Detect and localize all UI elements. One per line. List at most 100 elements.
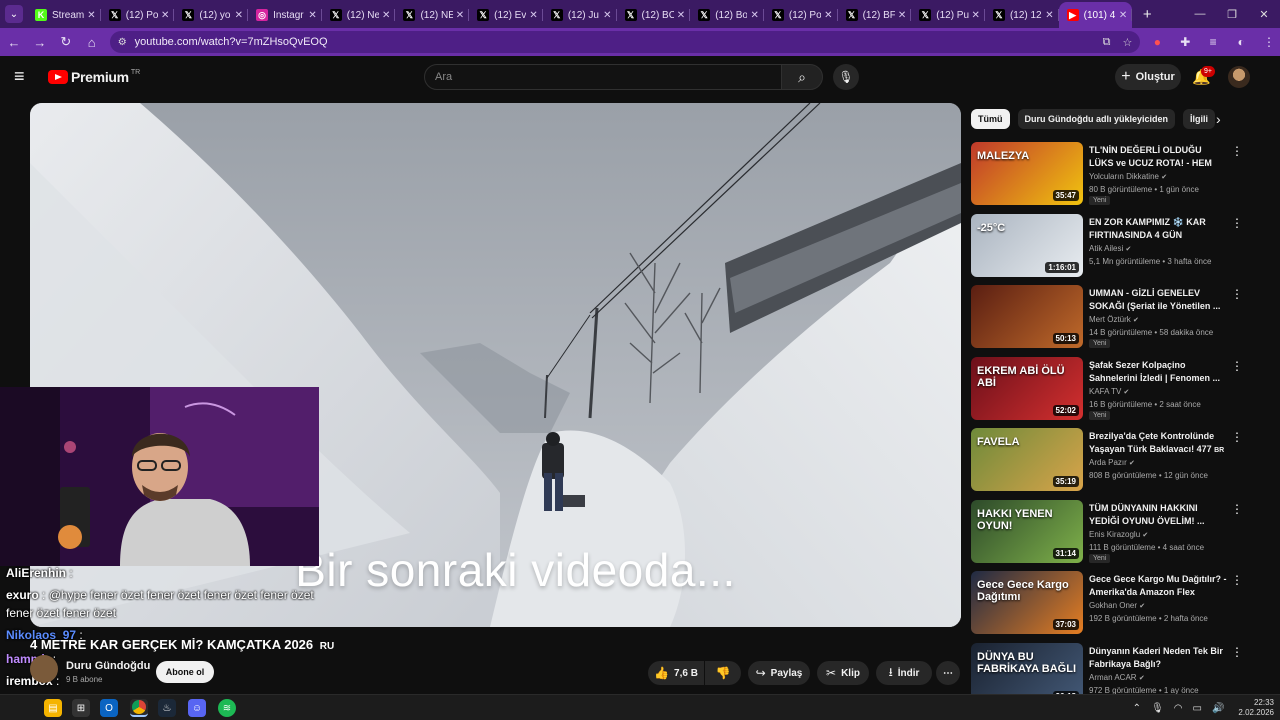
more-options-icon[interactable]: ⋮ [1231,216,1243,230]
browser-tab[interactable]: 𝕏 (12) NE ✕ [395,2,469,28]
video-title[interactable]: Gece Gece Kargo Mu Dağıtılır? - Amerika'… [1089,573,1227,599]
close-tab-icon[interactable]: ✕ [161,10,169,21]
video-thumbnail[interactable]: 50:13 [971,285,1083,348]
install-app-icon[interactable]: ⧉ [1103,36,1111,49]
close-tab-icon[interactable]: ✕ [235,10,243,21]
video-title[interactable]: TL'NİN DEĞERLİ OLDUĞU LÜKS ve UCUZ ROTA!… [1089,144,1227,170]
browser-tab[interactable]: 𝕏 (12) Ev ✕ [469,2,543,28]
microphone-tray-icon[interactable]: 🎙 [1151,703,1164,714]
bookmark-star-icon[interactable]: ☆ [1122,36,1132,49]
microsoft-store-icon[interactable]: ⊞ [72,699,90,717]
recommendation-item[interactable]: FAVELA 35:19 Brezilya'da Çete Kontrolünde … [971,428,1251,492]
close-tab-icon[interactable]: ✕ [308,10,316,21]
media-controls-icon[interactable]: ≡ [1202,31,1224,53]
channel-avatar[interactable] [30,655,58,683]
video-thumbnail[interactable]: HAKKI YENEN OYUN! 31:14 [971,499,1083,563]
filter-chip[interactable]: Duru Gündoğdu adlı yükleyiciden [1017,109,1176,129]
profile-avatar-icon[interactable]: ◐ [1230,31,1252,53]
close-tab-icon[interactable]: ✕ [382,10,390,21]
forward-icon[interactable]: → [28,30,52,54]
chrome-icon[interactable] [130,699,148,717]
chevron-right-icon[interactable]: › [1216,111,1221,127]
new-tab-button[interactable]: + [1135,2,1159,26]
file-explorer-icon[interactable]: ▤ [44,699,62,717]
clock[interactable]: 22:33 2.02.2026 [1238,698,1274,718]
subscribe-button[interactable]: Abone ol [156,661,214,683]
recommendation-item[interactable]: Gece Gece Kargo Dağıtımı 37:03 Gece Gece K… [971,571,1251,635]
back-icon[interactable]: ← [2,30,26,54]
close-tab-icon[interactable]: ✕ [677,10,685,21]
tray-overflow-icon[interactable]: ⌃ [1133,703,1141,714]
search-icon[interactable]: ⌕ [781,64,823,90]
recommendation-item[interactable]: MALEZYA 35:47 TL'NİN DEĞERLİ OLDUĞU LÜKS v… [971,142,1251,206]
more-options-icon[interactable]: ⋮ [1231,287,1243,301]
video-title[interactable]: Dünyanın Kaderi Neden Tek Bir Fabrikaya … [1089,645,1227,671]
reload-icon[interactable]: ↻ [54,30,78,54]
wifi-icon[interactable]: ◠ [1174,703,1183,714]
youtube-premium-logo[interactable]: Premium TR [48,68,140,86]
share-button[interactable]: ↪ Paylaş [748,661,810,685]
browser-tab[interactable]: 𝕏 (12) Po ✕ [101,2,175,28]
close-tab-icon[interactable]: ✕ [1045,10,1053,21]
video-thumbnail[interactable]: EKREM ABİ ÖLÜ ABİ 52:02 [971,356,1083,420]
address-bar[interactable]: ⚙ youtube.com/watch?v=7mZHsoQvEOQ ⧉ ☆ [109,31,1141,53]
channel-name[interactable]: Arda Pazır ✔ [1089,458,1135,467]
browser-tab[interactable]: ▶ (101) 4 ✕ [1058,2,1133,28]
channel-name[interactable]: Arman ACAR ✔ [1089,673,1145,682]
more-options-icon[interactable]: ⋮ [1231,144,1243,158]
channel-name[interactable]: Duru Gündoğdu [66,660,150,672]
close-window-icon[interactable]: ✕ [1248,0,1280,28]
channel-name[interactable]: Gokhan Oner ✔ [1089,601,1145,610]
browser-tab[interactable]: 𝕏 (12) Ju ✕ [543,2,617,28]
filter-chip[interactable]: Tümü [971,109,1010,129]
close-tab-icon[interactable]: ✕ [750,10,758,21]
video-title[interactable]: TÜM DÜNYANIN HAKKINI YEDİĞİ OYUNU ÖVELİM… [1089,502,1227,528]
display-icon[interactable]: ▭ [1193,703,1202,714]
video-thumbnail[interactable]: Gece Gece Kargo Dağıtımı 37:03 [971,571,1083,634]
like-button[interactable]: 👍 7,6 B [648,661,704,685]
extension-icon[interactable]: ● [1146,31,1168,53]
more-options-icon[interactable]: ⋮ [1231,430,1243,444]
video-title[interactable]: Şafak Sezer Kolpaçino Sahnelerini İzledi… [1089,359,1227,385]
video-thumbnail[interactable]: MALEZYA 35:47 [971,142,1083,205]
filter-chip[interactable]: İlgili [1183,109,1216,129]
more-options-icon[interactable]: ⋮ [1231,645,1243,659]
more-options-icon[interactable]: ⋮ [1231,359,1243,373]
more-options-icon[interactable]: ⋮ [1231,573,1243,587]
recommendation-item[interactable]: -25°C 1:16:01 EN ZOR KAMPIMIZ ❄️ KAR FIRTI… [971,213,1251,278]
hamburger-menu-icon[interactable]: ≡ [14,67,34,85]
browser-tab[interactable]: 𝕏 (12) Bo ✕ [690,2,764,28]
download-button[interactable]: ⭳ İndir [876,661,932,685]
channel-name[interactable]: Mert Öztürk ✔ [1089,315,1139,324]
volume-icon[interactable]: 🔊 [1212,703,1224,714]
browser-tab[interactable]: 𝕏 (12) Pu ✕ [911,2,985,28]
video-thumbnail[interactable]: FAVELA 35:19 [971,428,1083,491]
close-tab-icon[interactable]: ✕ [1119,10,1127,21]
close-tab-icon[interactable]: ✕ [824,10,832,21]
address-url[interactable]: youtube.com/watch?v=7mZHsoQvEOQ [135,36,1091,48]
channel-name[interactable]: Enis Kirazoglu ✔ [1089,530,1148,539]
browser-tab[interactable]: 𝕏 (12) BF ✕ [838,2,912,28]
more-actions-icon[interactable]: ⋯ [936,661,960,685]
channel-name[interactable]: KAFA TV ✔ [1089,387,1129,396]
browser-menu-icon[interactable]: ⋮ [1258,31,1280,53]
browser-tab[interactable]: 𝕏 (12) Ne ✕ [322,2,396,28]
channel-name[interactable]: Yolcuların Dikkatine ✔ [1089,172,1167,181]
channel-name[interactable]: Atik Ailesi ✔ [1089,244,1131,253]
close-tab-icon[interactable]: ✕ [456,10,464,21]
steam-icon[interactable]: ♨ [158,699,176,717]
close-tab-icon[interactable]: ✕ [87,10,95,21]
close-tab-icon[interactable]: ✕ [972,10,980,21]
extensions-puzzle-icon[interactable]: ✚ [1174,31,1196,53]
browser-tab[interactable]: ◎ Instagr ✕ [248,2,322,28]
microphone-icon[interactable]: 🎙 [833,64,859,90]
browser-tab[interactable]: K Stream ✕ [27,2,101,28]
minimize-icon[interactable]: — [1184,0,1216,28]
clip-button[interactable]: ✂ Klip [817,661,869,685]
browser-tab[interactable]: 𝕏 (12) 12 ✕ [985,2,1059,28]
video-title[interactable]: UMMAN - GİZLİ GENELEV SOKAĞI (Şeriat ile… [1089,287,1227,313]
recommendation-item[interactable]: EKREM ABİ ÖLÜ ABİ 52:02 Şafak Sezer Kolpaç… [971,356,1251,421]
dislike-button[interactable]: 👎 [705,661,741,685]
close-tab-icon[interactable]: ✕ [529,10,537,21]
tab-search-button[interactable]: ⌄ [5,5,23,23]
